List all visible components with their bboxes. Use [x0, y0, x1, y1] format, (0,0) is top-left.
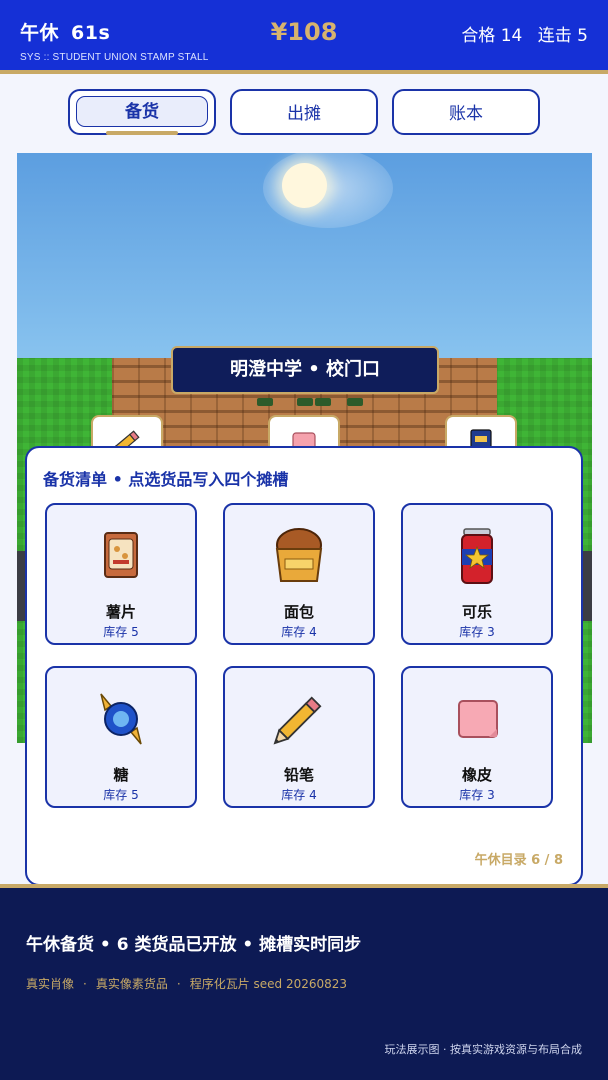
candy-icon — [100, 693, 142, 745]
location-sign: 明澄中学 • 校门口 — [171, 346, 439, 394]
score-stats: 合格 14 连击 5 — [451, 21, 588, 46]
chips-icon — [104, 532, 138, 578]
item-card-cola[interactable]: 可乐 库存 3 — [401, 503, 553, 645]
item-card-chips[interactable]: 薯片 库存 5 — [45, 503, 197, 645]
item-stock: 库存 5 — [103, 788, 139, 802]
bread-icon — [275, 528, 323, 582]
footer-credits: 真实肖像 · 真实像素货品 · 程序化瓦片 seed 20260823 — [26, 977, 348, 991]
credit-pixel-goods: 真实像素货品 — [95, 977, 168, 991]
item-stock: 库存 4 — [281, 788, 317, 802]
stock-list-title: 备货清单 • 点选货品写入四个摊槽 — [43, 470, 289, 489]
catalog-page-indicator: 午休目录 6 / 8 — [474, 853, 563, 868]
top-status-bar: 午休 61s SYS :: STUDENT UNION STAMP STALL ¥… — [0, 0, 608, 74]
item-stock: 库存 3 — [459, 788, 495, 802]
cola-can-icon — [461, 528, 493, 584]
sun-icon — [282, 163, 327, 208]
active-tab-indicator — [106, 131, 178, 135]
footer-title: 午休备货 • 6 类货品已开放 • 摊槽实时同步 — [26, 935, 362, 955]
combo-count: 连击 5 — [537, 26, 588, 46]
item-card-bread[interactable]: 面包 库存 4 — [223, 503, 375, 645]
item-card-pencil[interactable]: 铅笔 库存 4 — [223, 666, 375, 808]
system-subtitle: SYS :: STUDENT UNION STAMP STALL — [20, 52, 209, 63]
tab-stock-label: 备货 — [76, 96, 208, 127]
eraser-icon — [458, 700, 498, 738]
item-stock: 库存 4 — [281, 625, 317, 639]
mode-tabs: 备货 出摊 账本 — [0, 74, 608, 148]
item-name: 可乐 — [461, 603, 492, 621]
tab-ledger[interactable]: 账本 — [392, 89, 540, 135]
credit-tiles-seed: 程序化瓦片 seed 20260823 — [189, 977, 348, 991]
tab-stock[interactable]: 备货 — [68, 89, 216, 135]
pencil-icon — [273, 696, 322, 745]
item-name: 橡皮 — [461, 766, 492, 784]
footer-note: 玩法展示图 · 按真实游戏资源与布局合成 — [384, 1043, 583, 1056]
distant-carts — [257, 398, 367, 408]
item-stock: 库存 5 — [103, 625, 139, 639]
pass-count: 合格 14 — [461, 26, 523, 46]
stock-list-panel: 备货清单 • 点选货品写入四个摊槽 薯片 库存 5 面包 库存 4 可乐 库存 … — [25, 446, 583, 886]
info-footer: 午休备货 • 6 类货品已开放 • 摊槽实时同步 真实肖像 · 真实像素货品 · 程序化… — [0, 884, 608, 1080]
item-card-candy[interactable]: 糖 库存 5 — [45, 666, 197, 808]
item-name: 薯片 — [105, 603, 136, 621]
item-stock: 库存 3 — [459, 625, 495, 639]
item-name: 铅笔 — [283, 766, 314, 784]
item-name: 面包 — [283, 603, 314, 621]
tab-open-stall[interactable]: 出摊 — [230, 89, 378, 135]
credit-portrait: 真实肖像 — [26, 977, 75, 991]
item-card-eraser[interactable]: 橡皮 库存 3 — [401, 666, 553, 808]
item-name: 糖 — [113, 766, 129, 784]
